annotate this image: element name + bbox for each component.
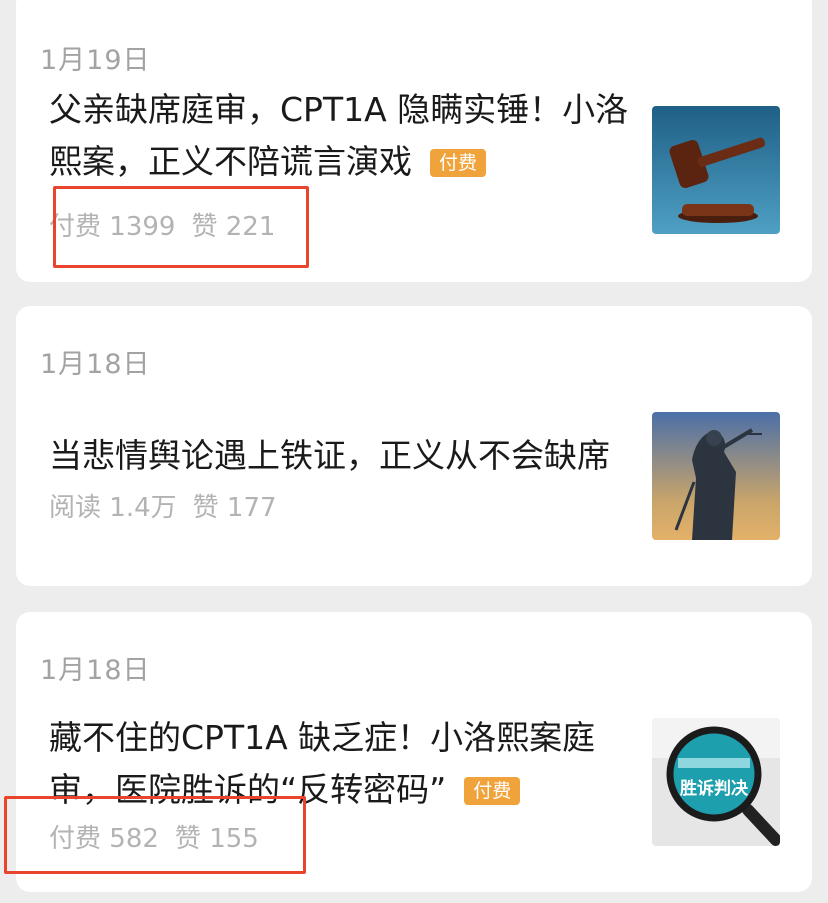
article-stats: 付费 1399 赞 221 bbox=[49, 206, 275, 243]
thumbnail-text: 胜诉判决 bbox=[680, 778, 749, 799]
article-title-text: 当悲情舆论遇上铁证，正义从不会缺席 bbox=[49, 436, 610, 475]
article-date: 1月18日 bbox=[40, 349, 151, 380]
article-date: 1月18日 bbox=[40, 655, 151, 686]
article-stats: 付费 582 赞 155 bbox=[49, 818, 259, 855]
paid-badge: 付费 bbox=[430, 149, 487, 177]
article-card[interactable]: 1月19日 父亲缺席庭审，CPT1A 隐瞒实锤！小洛熙案，正义不陪谎言演戏付费 … bbox=[16, 0, 812, 282]
article-thumbnail[interactable] bbox=[652, 412, 780, 540]
article-card[interactable]: 1月18日 当悲情舆论遇上铁证，正义从不会缺席 阅读 1.4万赞 177 bbox=[16, 306, 812, 586]
article-thumbnail[interactable]: 胜诉判决 bbox=[652, 718, 780, 846]
read-count: 阅读 1.4万 bbox=[49, 493, 177, 523]
paid-badge: 付费 bbox=[464, 777, 521, 805]
article-date: 1月19日 bbox=[40, 45, 151, 76]
article-title[interactable]: 藏不住的CPT1A 缺乏症！小洛熙案庭审，医院胜诉的“反转密码” 付费 bbox=[49, 712, 629, 816]
like-count: 赞 221 bbox=[191, 212, 276, 242]
magnifier-icon: 胜诉判决 bbox=[652, 718, 780, 846]
article-thumbnail[interactable] bbox=[652, 106, 780, 234]
article-stats: 阅读 1.4万赞 177 bbox=[49, 487, 277, 524]
gavel-icon bbox=[652, 106, 780, 234]
article-title-text: 父亲缺席庭审，CPT1A 隐瞒实锤！小洛熙案，正义不陪谎言演戏 bbox=[49, 90, 629, 181]
paid-count: 付费 1399 bbox=[49, 212, 176, 242]
article-title[interactable]: 当悲情舆论遇上铁证，正义从不会缺席 bbox=[49, 430, 629, 482]
lady-justice-statue-icon bbox=[652, 412, 780, 540]
article-title[interactable]: 父亲缺席庭审，CPT1A 隐瞒实锤！小洛熙案，正义不陪谎言演戏 付费 bbox=[49, 84, 629, 188]
like-count: 赞 177 bbox=[192, 493, 277, 523]
paid-count: 付费 582 bbox=[49, 824, 159, 854]
like-count: 赞 155 bbox=[174, 824, 259, 854]
article-card[interactable]: 1月18日 藏不住的CPT1A 缺乏症！小洛熙案庭审，医院胜诉的“反转密码” 付费… bbox=[16, 612, 812, 892]
